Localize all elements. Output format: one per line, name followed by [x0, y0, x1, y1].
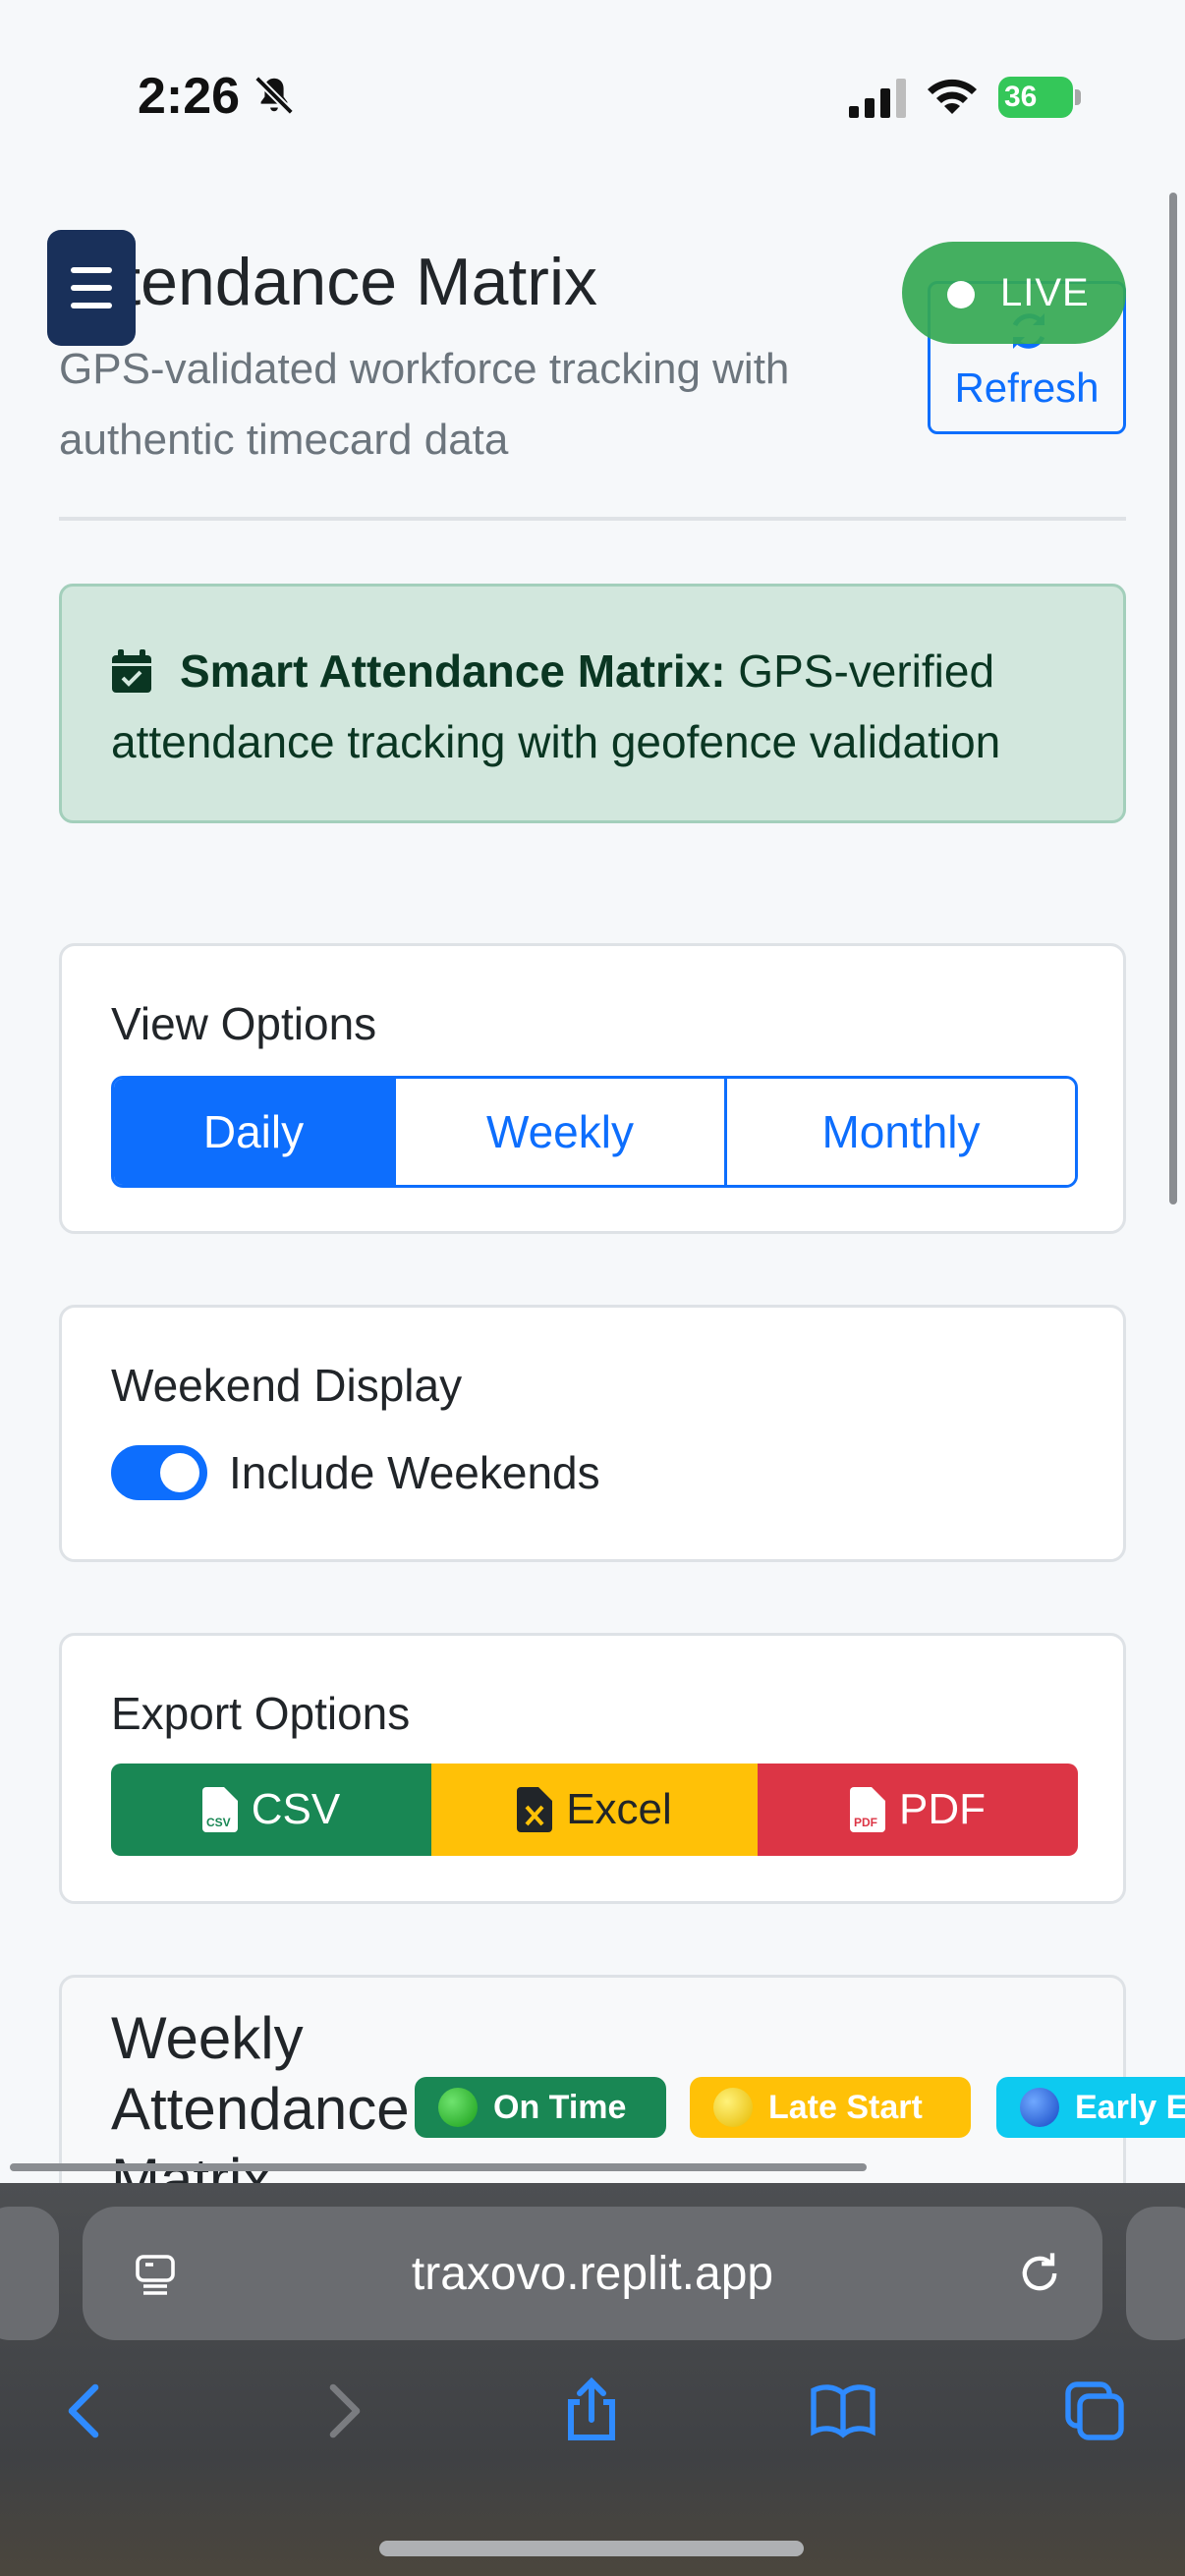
export-pdf-label: PDF [899, 1785, 986, 1833]
include-weekends-toggle[interactable] [111, 1445, 207, 1500]
info-alert: Smart Attendance Matrix: GPS-verified at… [59, 584, 1126, 823]
export-excel-label: Excel [566, 1785, 672, 1833]
page: 2:26 36 Attendance Matrix GPS-validated … [0, 0, 1185, 2576]
legend-on-time-badge: On Time [415, 2077, 666, 2138]
legend-early-label: Early E [1075, 2088, 1185, 2126]
legend-on-time-label: On Time [493, 2088, 627, 2126]
legend-late-start-badge: Late Start [690, 2077, 971, 2138]
previous-tab-preview[interactable] [0, 2207, 59, 2340]
reload-icon[interactable] [1014, 2248, 1065, 2299]
battery-icon: 36 [998, 77, 1081, 118]
next-tab-preview[interactable] [1126, 2207, 1185, 2340]
wifi-icon [928, 79, 977, 114]
view-monthly-button[interactable]: Monthly [727, 1079, 1075, 1185]
bookmarks-icon[interactable] [808, 2376, 878, 2446]
file-csv-icon: CSV [201, 1787, 238, 1832]
export-options-card: Export Options CSV CSV Excel PDF PDF [59, 1633, 1126, 1904]
svg-text:PDF: PDF [854, 1816, 877, 1829]
toggle-knob [160, 1453, 199, 1492]
export-csv-label: CSV [251, 1785, 341, 1833]
refresh-label: Refresh [954, 364, 1100, 411]
calendar-check-icon [112, 649, 151, 693]
page-title: Attendance Matrix [59, 245, 598, 319]
file-excel-icon [517, 1787, 553, 1832]
svg-text:CSV: CSV [206, 1816, 231, 1829]
view-options-title: View Options [111, 998, 377, 1049]
battery-level: 36 [998, 77, 1073, 118]
header-divider [59, 517, 1126, 521]
view-options-card: View Options Daily Weekly Monthly [59, 943, 1126, 1234]
view-daily-button[interactable]: Daily [114, 1079, 396, 1185]
file-pdf-icon: PDF [850, 1787, 885, 1832]
page-subtitle: GPS-validated workforce tracking with au… [59, 345, 790, 464]
legend-early-badge: Early E [996, 2077, 1185, 2138]
horizontal-scrollbar[interactable] [10, 2163, 867, 2171]
back-icon[interactable] [51, 2376, 122, 2446]
view-weekly-button[interactable]: Weekly [396, 1079, 727, 1185]
vertical-scrollbar[interactable] [1169, 193, 1177, 1204]
legend-late-start-label: Late Start [768, 2088, 923, 2126]
weekend-display-title: Weekend Display [111, 1360, 463, 1411]
live-indicator: LIVE [902, 242, 1126, 344]
address-bar[interactable]: traxovo.replit.app [83, 2207, 1102, 2340]
status-time: 2:26 [138, 68, 241, 125]
include-weekends-label[interactable]: Include Weekends [229, 1445, 600, 1500]
bell-off-icon [254, 76, 294, 115]
live-label: LIVE [1000, 271, 1090, 314]
home-indicator [379, 2541, 804, 2556]
forward-icon[interactable] [307, 2376, 377, 2446]
share-icon[interactable] [556, 2376, 627, 2446]
live-dot-icon [947, 281, 975, 308]
status-bar: 2:26 36 [0, 0, 1185, 187]
green-circle-icon [438, 2088, 478, 2127]
yellow-circle-icon [713, 2088, 753, 2127]
browser-toolbar: traxovo.replit.app [0, 2183, 1185, 2576]
hamburger-menu-button[interactable] [47, 230, 136, 346]
export-pdf-button[interactable]: PDF PDF [758, 1764, 1078, 1856]
export-options-title: Export Options [111, 1688, 411, 1739]
blue-circle-icon [1020, 2088, 1059, 2127]
view-options-group: Daily Weekly Monthly [111, 1076, 1078, 1188]
export-csv-button[interactable]: CSV CSV [111, 1764, 431, 1856]
export-excel-button[interactable]: Excel [431, 1764, 758, 1856]
weekend-display-card: Weekend Display Include Weekends [59, 1305, 1126, 1562]
export-button-group: CSV CSV Excel PDF PDF [111, 1764, 1078, 1856]
alert-heading: Smart Attendance Matrix: [180, 645, 726, 697]
tabs-icon[interactable] [1059, 2376, 1130, 2446]
cellular-signal-icon [849, 79, 906, 118]
url-text: traxovo.replit.app [411, 2247, 774, 2300]
